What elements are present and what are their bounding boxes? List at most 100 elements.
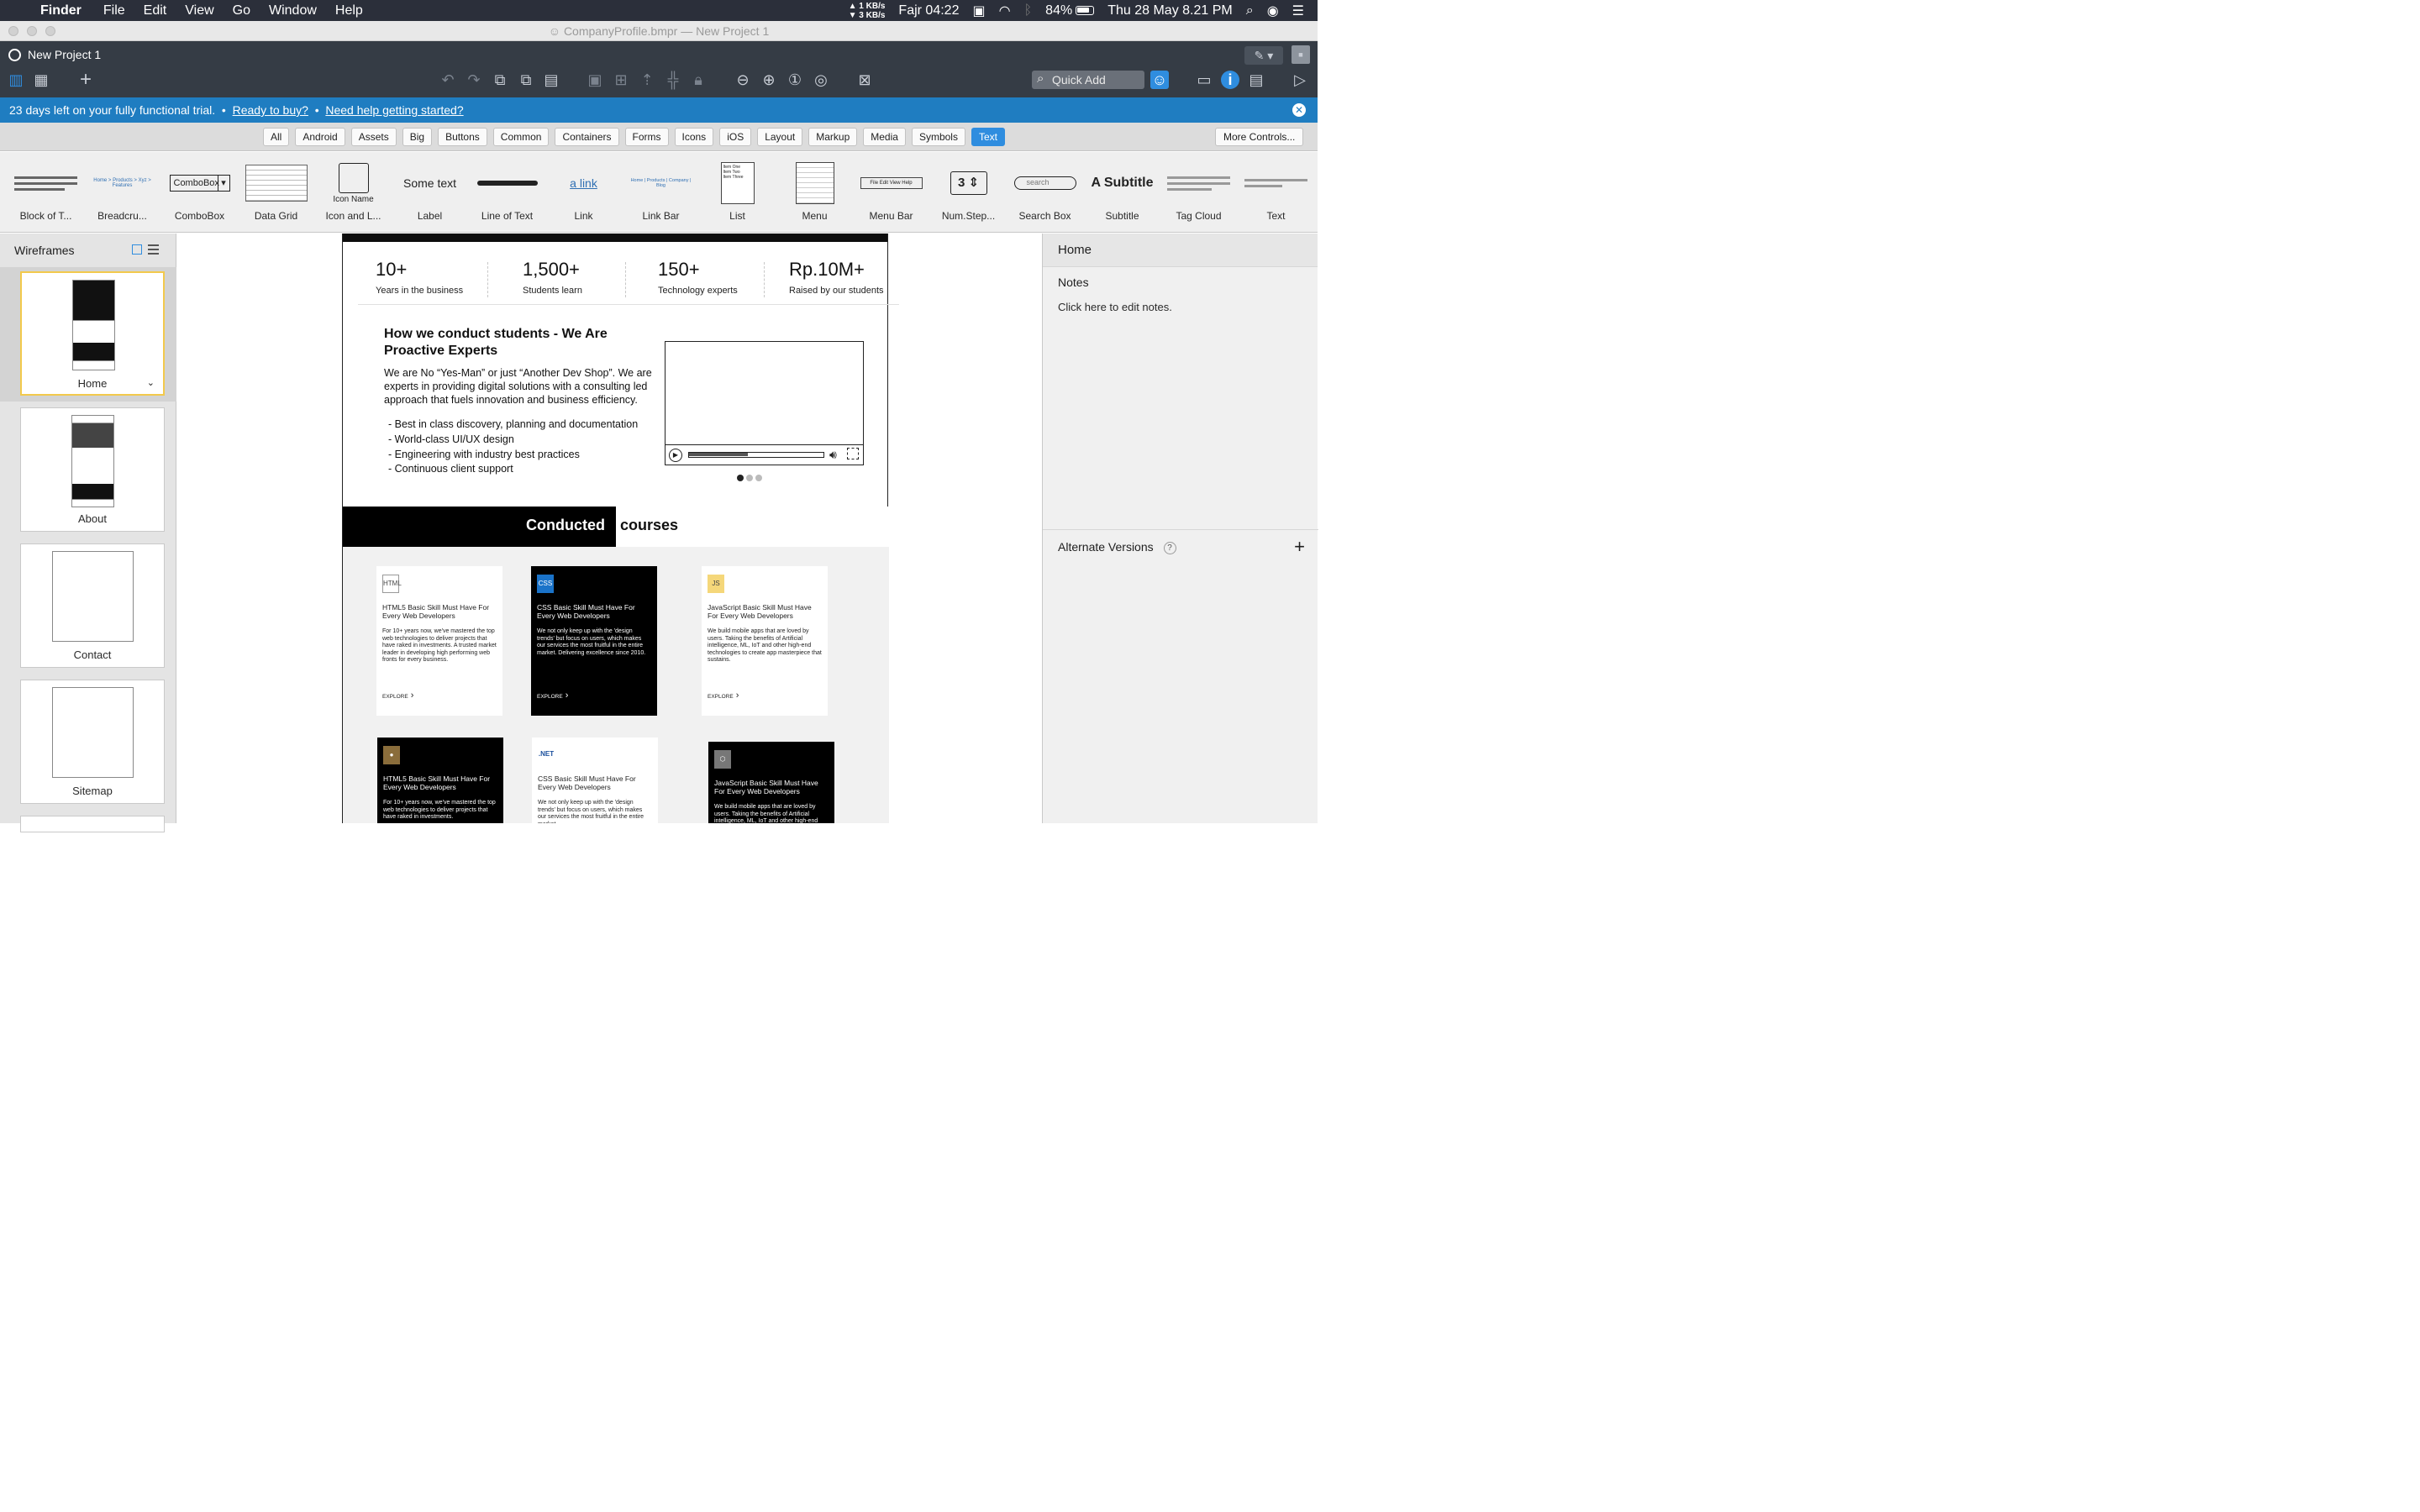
- user-avatar[interactable]: ▪: [1292, 45, 1310, 64]
- filter-tab-markup[interactable]: Markup: [808, 128, 858, 146]
- filter-tab-media[interactable]: Media: [863, 128, 906, 146]
- filter-tab-big[interactable]: Big: [402, 128, 433, 146]
- duplicate-icon[interactable]: ⧉: [517, 71, 535, 89]
- delete-icon[interactable]: ⊠: [855, 71, 874, 89]
- filter-tab-layout[interactable]: Layout: [757, 128, 803, 146]
- notification-icon[interactable]: ▣: [972, 3, 985, 19]
- filter-tab-assets[interactable]: Assets: [350, 128, 397, 146]
- add-icon[interactable]: +: [76, 70, 95, 90]
- menu-help[interactable]: Help: [335, 3, 363, 18]
- zoom-out-icon[interactable]: ⊖: [734, 71, 752, 89]
- filter-tab-icons[interactable]: Icons: [674, 128, 714, 146]
- library-item-combobox[interactable]: ComboBox ComboBox: [161, 152, 238, 233]
- zoom-window-button[interactable]: [45, 26, 55, 36]
- filter-tab-buttons[interactable]: Buttons: [438, 128, 487, 146]
- help-icon[interactable]: ?: [1163, 541, 1176, 554]
- actual-size-icon[interactable]: ①: [786, 71, 804, 89]
- filter-tab-android[interactable]: Android: [295, 128, 345, 146]
- ungroup-icon[interactable]: ⊞: [612, 71, 630, 89]
- library-item-menu-bar[interactable]: File Edit View Help Menu Bar: [853, 152, 929, 233]
- single-view-icon[interactable]: ▥: [7, 71, 25, 89]
- minimize-window-button[interactable]: [27, 26, 37, 36]
- page-thumbnail-contact[interactable]: Contact: [20, 543, 165, 668]
- menu-go[interactable]: Go: [233, 3, 250, 18]
- menu-edit[interactable]: Edit: [144, 3, 167, 18]
- filter-tab-symbols[interactable]: Symbols: [911, 128, 965, 146]
- undo-icon[interactable]: ↶: [439, 71, 457, 89]
- library-item-link[interactable]: a link Link: [545, 152, 622, 233]
- grid-view-icon[interactable]: ▦: [32, 71, 50, 89]
- fit-to-screen-icon[interactable]: ◎: [812, 71, 830, 89]
- library-item-link-bar[interactable]: Home | Products | Company | Blog Link Ba…: [623, 152, 699, 233]
- control-center-icon[interactable]: ☰: [1292, 3, 1304, 19]
- filter-tab-forms[interactable]: Forms: [624, 128, 669, 146]
- library-item-block-of-text[interactable]: Block of T...: [8, 152, 84, 233]
- net-up: 1 KB/s: [859, 1, 886, 11]
- filter-tab-ios[interactable]: iOS: [719, 128, 752, 146]
- library-item-tag-cloud[interactable]: Tag Cloud: [1160, 152, 1237, 233]
- copy-icon[interactable]: ⧉: [491, 71, 509, 89]
- more-controls-button[interactable]: More Controls...: [1215, 128, 1304, 146]
- help-getting-started-link[interactable]: Need help getting started?: [325, 103, 463, 117]
- bluetooth-icon[interactable]: ᛒ: [1024, 3, 1033, 18]
- menu-app-finder[interactable]: Finder: [40, 3, 82, 18]
- presentation-mode-icon[interactable]: ▷: [1291, 71, 1309, 89]
- library-item-line-of-text[interactable]: Line of Text: [469, 152, 545, 233]
- ui-library-icon[interactable]: ☺: [1150, 71, 1169, 89]
- group-icon[interactable]: ▣: [586, 71, 604, 89]
- ready-to-buy-link[interactable]: Ready to buy?: [233, 103, 308, 117]
- trial-banner: 23 days left on your fully functional tr…: [0, 97, 1318, 123]
- thumbnail-view-icon[interactable]: [132, 244, 142, 255]
- comments-icon[interactable]: ▭: [1195, 71, 1213, 89]
- menu-file[interactable]: File: [103, 3, 125, 18]
- siri-icon[interactable]: ◉: [1267, 3, 1279, 19]
- filter-tab-all[interactable]: All: [263, 128, 290, 146]
- library-item-icon-and-label[interactable]: Icon Name Icon and L...: [315, 152, 392, 233]
- trial-text: 23 days left on your fully functional tr…: [9, 103, 216, 117]
- page-thumbnail-sitemap[interactable]: Sitemap: [20, 680, 165, 804]
- align-icon[interactable]: ╬: [664, 71, 682, 89]
- chevron-down-icon[interactable]: ⌄: [147, 377, 155, 388]
- paste-icon[interactable]: ▤: [542, 71, 560, 89]
- quick-add-input[interactable]: Quick Add: [1032, 70, 1144, 89]
- list-view-icon[interactable]: [148, 244, 159, 255]
- filter-tab-text[interactable]: Text: [971, 128, 1005, 146]
- library-item-data-grid[interactable]: Data Grid: [238, 152, 314, 233]
- filter-tab-common[interactable]: Common: [492, 128, 550, 146]
- bring-front-icon[interactable]: ⇡: [638, 71, 656, 89]
- menu-view[interactable]: View: [185, 3, 213, 18]
- zoom-in-icon[interactable]: ⊕: [760, 71, 778, 89]
- library-item-menu[interactable]: Menu: [776, 152, 853, 233]
- page-thumbnail-next[interactable]: [20, 816, 165, 832]
- library-item-label[interactable]: Some text Label: [392, 152, 468, 233]
- lock-icon[interactable]: 🔒︎: [689, 71, 708, 89]
- alternate-versions-label: Alternate Versions: [1058, 540, 1154, 554]
- info-icon[interactable]: i: [1221, 71, 1239, 89]
- page-thumbnail-home[interactable]: Home ⌄: [20, 271, 165, 396]
- filter-tab-containers[interactable]: Containers: [555, 128, 619, 146]
- library-item-numeric-stepper[interactable]: 3 ⇕ Num.Step...: [930, 152, 1007, 233]
- wifi-icon[interactable]: ◠: [999, 3, 1011, 19]
- menu-window[interactable]: Window: [269, 3, 317, 18]
- library-item-breadcrumbs[interactable]: Home > Products > Xyz > Features Breadcr…: [84, 152, 160, 233]
- close-window-button[interactable]: [8, 26, 18, 36]
- redo-icon[interactable]: ↷: [465, 71, 483, 89]
- library-item-text[interactable]: Text: [1238, 152, 1314, 233]
- network-speed[interactable]: ▲ 1 KB/s ▼ 3 KB/s: [849, 2, 886, 20]
- spotlight-search-icon[interactable]: ⌕: [1246, 3, 1254, 18]
- library-item-search-box[interactable]: search Search Box: [1007, 152, 1083, 233]
- prayer-time[interactable]: Fajr 04:22: [898, 3, 959, 18]
- library-item-list[interactable]: Item One Item Two Item Three List: [699, 152, 776, 233]
- notes-editor[interactable]: Click here to edit notes.: [1043, 289, 1318, 313]
- library-item-subtitle[interactable]: A Subtitle Subtitle: [1084, 152, 1160, 233]
- edit-mode-dropdown[interactable]: ✎ ▾: [1244, 46, 1283, 65]
- battery-status[interactable]: 84%: [1045, 3, 1095, 18]
- add-alternate-version-icon[interactable]: +: [1294, 530, 1305, 564]
- clock[interactable]: Thu 28 May 8.21 PM: [1107, 3, 1233, 18]
- notes-panel-icon[interactable]: ▤: [1247, 71, 1265, 89]
- canvas[interactable]: 10+ Years in the business 1,500+ Student…: [177, 234, 1042, 823]
- page-thumbnail-about[interactable]: About: [20, 407, 165, 532]
- close-banner-icon[interactable]: ✕: [1292, 103, 1306, 117]
- library-item-label: Tag Cloud: [1176, 210, 1222, 222]
- document-icon: ☺: [548, 24, 564, 38]
